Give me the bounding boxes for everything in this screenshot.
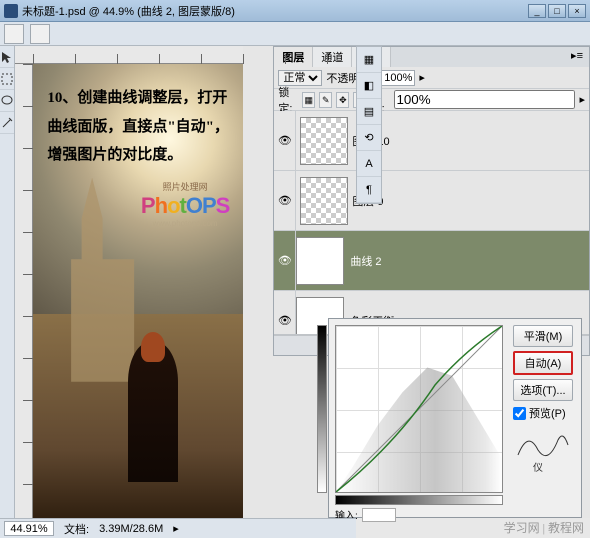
paragraph-icon[interactable]: ¶ <box>357 177 381 203</box>
layer-name: 图层 9 <box>352 193 589 209</box>
swatches-icon[interactable]: ▤ <box>357 99 381 125</box>
layer-row[interactable]: 👁 图层 9 <box>274 171 589 231</box>
app-icon <box>4 4 18 18</box>
options-button[interactable]: 选项(T)... <box>513 379 573 401</box>
tool-preset-icon[interactable] <box>4 24 24 44</box>
lock-pixels-icon[interactable]: ✎ <box>319 92 332 108</box>
opacity-arrow-icon[interactable]: ▸ <box>419 71 425 84</box>
visibility-icon[interactable]: 👁 <box>274 171 296 230</box>
vertical-ruler <box>15 64 33 518</box>
tab-channels[interactable]: 通道 <box>313 47 352 67</box>
tab-layers[interactable]: 图层 <box>274 47 313 67</box>
color-icon[interactable]: ◧ <box>357 73 381 99</box>
lock-position-icon[interactable]: ✥ <box>336 92 349 108</box>
canvas-image[interactable]: 10、创建曲线调整层，打开曲线面版，直接点"自动"，增强图片的对比度。 照片处理… <box>33 64 243 518</box>
doc-label: 文档: <box>64 521 89 537</box>
layer-list: 👁 图层 10 👁 图层 9 👁 曲线 2 👁 <box>274 111 589 335</box>
layer-name: 曲线 2 <box>350 253 589 269</box>
layer-row[interactable]: 👁 曲线 2 <box>274 231 589 291</box>
logo-tagline: 照片处理网 <box>141 180 229 193</box>
lasso-tool[interactable] <box>0 90 14 112</box>
marquee-tool[interactable] <box>0 68 14 90</box>
watermark-logo: 照片处理网 PhotOPS www.photops.com <box>141 180 229 228</box>
input-gradient <box>335 495 503 505</box>
toolbox <box>0 46 15 518</box>
horizontal-ruler <box>15 46 243 64</box>
navigator-icon[interactable]: ▦ <box>357 47 381 73</box>
lock-transparent-icon[interactable]: ▦ <box>302 92 315 108</box>
close-button[interactable]: × <box>568 4 586 18</box>
figure-shape <box>128 342 178 482</box>
brush-preset-icon[interactable] <box>30 24 50 44</box>
output-gradient <box>317 325 327 493</box>
curve-line <box>336 326 502 492</box>
fill-arrow-icon[interactable]: ▸ <box>579 93 585 106</box>
signature-icon: 仪 <box>513 425 573 473</box>
layer-mask-thumbnail <box>296 237 344 285</box>
panel-menu-icon[interactable]: ▸≡ <box>565 47 589 67</box>
flatten-button[interactable]: 平滑(M) <box>513 325 573 347</box>
logo-url: www.photops.com <box>141 219 229 228</box>
window-title: 未标题-1.psd @ 44.9% (曲线 2, 图层蒙版/8) <box>22 3 235 19</box>
fill-input[interactable] <box>394 90 575 109</box>
input-value[interactable] <box>362 508 396 522</box>
wand-tool[interactable] <box>0 112 14 134</box>
preview-label: 预览(P) <box>529 405 566 421</box>
visibility-icon[interactable]: 👁 <box>274 111 296 170</box>
layer-row[interactable]: 👁 图层 10 <box>274 111 589 171</box>
visibility-icon[interactable]: 👁 <box>274 291 296 335</box>
layers-panel: 图层 通道 路径 ▸≡ 正常 不透明度: ▸ 锁定: ▦ ✎ ✥ 🔒 填充: ▸ <box>273 46 590 356</box>
move-tool[interactable] <box>0 46 14 68</box>
status-bar: 文档: 3.39M/28.6M ▸ <box>0 518 356 538</box>
maximize-button[interactable]: □ <box>548 4 566 18</box>
preview-checkbox[interactable] <box>513 407 526 420</box>
zoom-input[interactable] <box>4 521 54 536</box>
text-icon[interactable]: A <box>357 151 381 177</box>
document-window: 10、创建曲线调整层，打开曲线面版，直接点"自动"，增强图片的对比度。 照片处理… <box>15 46 243 518</box>
doc-size: 3.39M/28.6M <box>99 523 163 535</box>
status-arrow-icon[interactable]: ▸ <box>173 522 179 535</box>
preview-checkbox-row[interactable]: 预览(P) <box>513 405 573 421</box>
curves-dialog: 输入: 平滑(M) 自动(A) 选项(T)... 预览(P) 仪 <box>328 318 582 518</box>
visibility-icon[interactable]: 👁 <box>274 231 296 290</box>
auto-button[interactable]: 自动(A) <box>513 351 573 375</box>
window-titlebar: 未标题-1.psd @ 44.9% (曲线 2, 图层蒙版/8) _ □ × <box>0 0 590 22</box>
logo-brand: PhotOPS <box>141 193 229 219</box>
options-bar <box>0 22 590 46</box>
svg-text:仪: 仪 <box>533 462 543 473</box>
layer-name: 图层 10 <box>352 133 589 149</box>
page-watermark: 学习网 | 教程网 <box>504 519 584 536</box>
tutorial-text: 10、创建曲线调整层，打开曲线面版，直接点"自动"，增强图片的对比度。 <box>47 84 229 170</box>
palette-strip: ▦ ◧ ▤ ⟲ A ¶ <box>356 46 382 204</box>
panel-tabs: 图层 通道 路径 ▸≡ <box>274 47 589 67</box>
layer-thumbnail <box>300 117 348 165</box>
curves-graph[interactable] <box>335 325 503 493</box>
history-icon[interactable]: ⟲ <box>357 125 381 151</box>
minimize-button[interactable]: _ <box>528 4 546 18</box>
layer-thumbnail <box>300 177 348 225</box>
